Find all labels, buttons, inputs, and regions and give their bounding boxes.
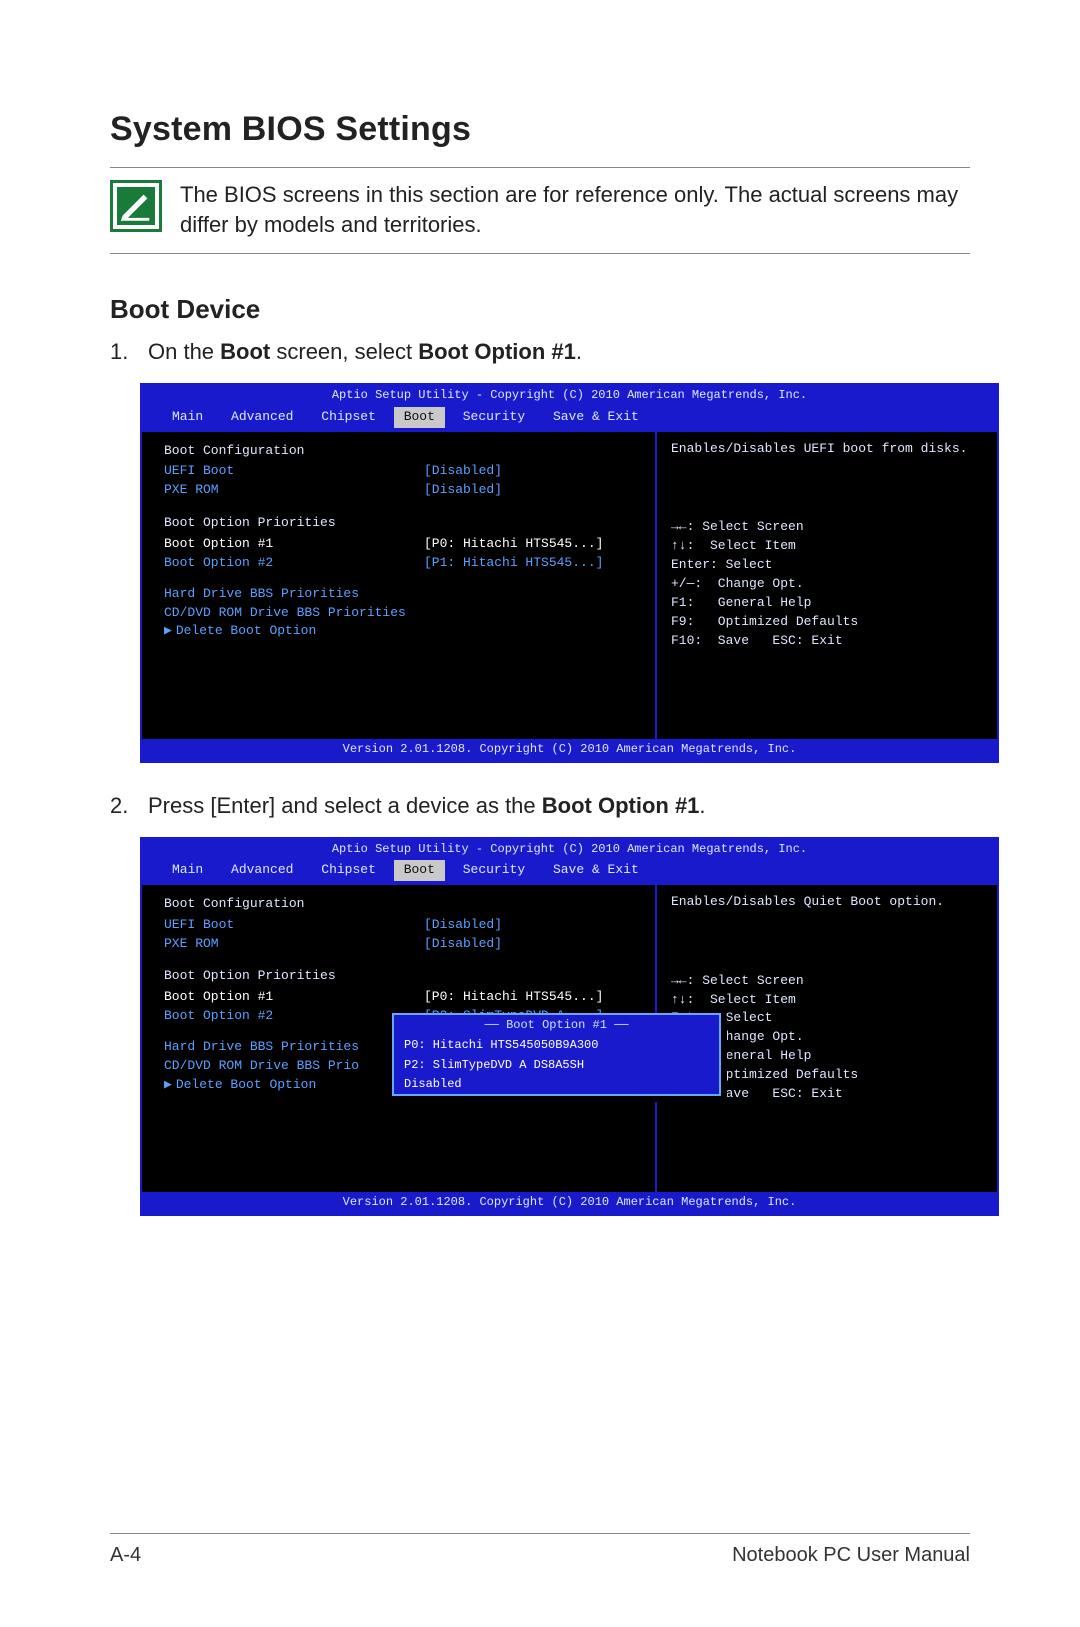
uefi-boot-value: [Disabled] [424,462,502,481]
page-title: System BIOS Settings [110,110,970,149]
step-2: 2. Press [Enter] and select a device as … [110,793,970,819]
priorities-header: Boot Option Priorities [164,514,655,533]
pencil-note-icon [117,187,155,225]
pxe-rom-value: [Disabled] [424,481,502,500]
pxe-rom-label: PXE ROM [164,481,424,500]
menu-main: Main [162,861,213,882]
boot-config-header: Boot Configuration [164,895,655,914]
note-callout: The BIOS screens in this section are for… [110,167,970,254]
boot-opt2-value: [P1: Hitachi HTS545...] [424,554,603,573]
boot-opt1-label: Boot Option #1 [164,988,424,1007]
priorities-header: Boot Option Priorities [164,967,655,986]
menu-save-exit: Save & Exit [543,408,649,429]
menu-boot: Boot [394,407,445,428]
bios-desc: Enables/Disables UEFI boot from disks. [671,440,985,459]
delete-boot-option: Delete Boot Option [176,1076,316,1095]
uefi-boot-label: UEFI Boot [164,916,424,935]
step-number: 2. [110,793,130,819]
bios-footer: Version 2.01.1208. Copyright (C) 2010 Am… [142,1192,997,1213]
bios-menu-bar: Main Advanced Chipset Boot Security Save… [142,407,997,432]
menu-chipset: Chipset [311,408,386,429]
manual-title: Notebook PC User Manual [732,1544,970,1567]
bios-header: Aptio Setup Utility - Copyright (C) 2010… [142,385,997,406]
cddvd-bbs-short: CD/DVD ROM Drive BBS Prio [164,1057,424,1076]
boot-option-popup: ── Boot Option #1 ── P0: Hitachi HTS5450… [392,1013,721,1097]
triangle-icon: ▶ [164,622,172,641]
bios-footer: Version 2.01.1208. Copyright (C) 2010 Am… [142,739,997,760]
popup-item: Disabled [394,1075,719,1094]
delete-boot-option: Delete Boot Option [176,622,316,641]
hdd-bbs: Hard Drive BBS Priorities [164,585,424,604]
step-number: 1. [110,339,130,365]
menu-save-exit: Save & Exit [543,861,649,882]
uefi-boot-value: [Disabled] [424,916,502,935]
pxe-rom-value: [Disabled] [424,935,502,954]
section-heading: Boot Device [110,294,970,325]
step-1-text: On the Boot screen, select Boot Option #… [148,339,582,365]
bios-header: Aptio Setup Utility - Copyright (C) 2010… [142,839,997,860]
boot-opt2b-label: Boot Option #2 [164,1007,424,1026]
uefi-boot-label: UEFI Boot [164,462,424,481]
menu-advanced: Advanced [221,408,303,429]
bios-screenshot-2: Aptio Setup Utility - Copyright (C) 2010… [140,837,999,1216]
boot-opt1-value: [P0: Hitachi HTS545...] [424,988,603,1007]
boot-opt1-value: [P0: Hitachi HTS545...] [424,535,603,554]
boot-opt1-label: Boot Option #1 [164,535,424,554]
boot-opt2-label: Boot Option #2 [164,554,424,573]
page-number: A-4 [110,1544,141,1567]
step-1: 1. On the Boot screen, select Boot Optio… [110,339,970,365]
pxe-rom-label: PXE ROM [164,935,424,954]
triangle-icon: ▶ [164,1076,172,1095]
menu-boot: Boot [394,860,445,881]
bios-menu-bar: Main Advanced Chipset Boot Security Save… [142,860,997,885]
bios-help: →←: Select Screen ↑↓: Select Item Enter:… [671,518,985,650]
popup-item: P2: SlimTypeDVD A DS8A5SH [394,1056,719,1075]
boot-config-header: Boot Configuration [164,442,655,461]
menu-chipset: Chipset [311,861,386,882]
menu-advanced: Advanced [221,861,303,882]
popup-item: P0: Hitachi HTS545050B9A300 [394,1036,719,1055]
menu-main: Main [162,408,213,429]
hdd-bbs: Hard Drive BBS Priorities [164,1038,424,1057]
menu-security: Security [453,408,535,429]
menu-security: Security [453,861,535,882]
bios-screenshot-1: Aptio Setup Utility - Copyright (C) 2010… [140,383,999,762]
bios-desc: Enables/Disables Quiet Boot option. [671,893,985,912]
step-2-text: Press [Enter] and select a device as the… [148,793,706,819]
cddvd-bbs: CD/DVD ROM Drive BBS Priorities [164,604,424,623]
note-text: The BIOS screens in this section are for… [180,180,970,239]
popup-title: ── Boot Option #1 ── [394,1015,719,1036]
note-icon [110,180,162,232]
